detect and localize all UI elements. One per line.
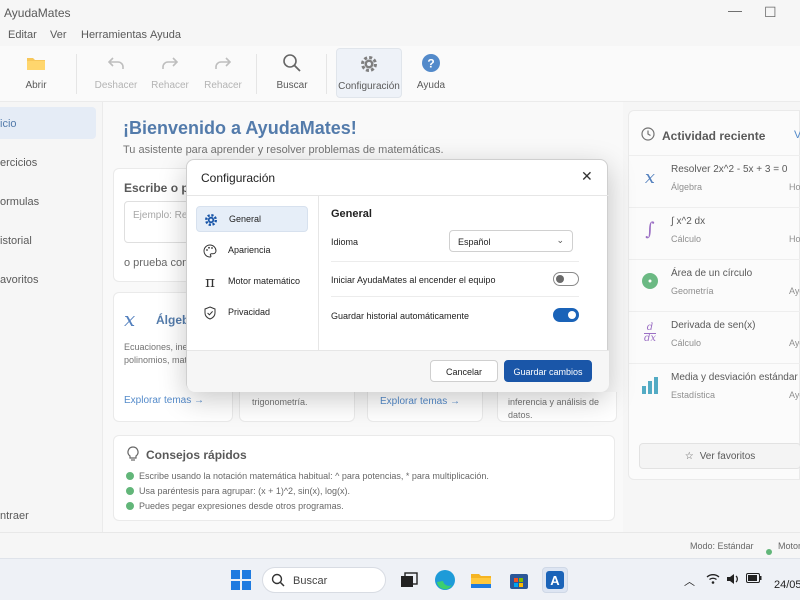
settings-nav-privacy[interactable]: Privacidad: [196, 300, 308, 326]
dialog-nav-divider: [318, 196, 319, 350]
startup-label: Iniciar AyudaMates al encender el equipo: [331, 275, 496, 285]
language-label: Idioma: [331, 237, 359, 247]
ayudamates-app-icon[interactable]: A: [542, 567, 568, 593]
dialog-title: Configuración: [201, 171, 276, 185]
edge-browser-icon[interactable]: [432, 567, 458, 593]
chevron-up-icon[interactable]: ︿: [684, 573, 695, 589]
clock-date[interactable]: 24/05: [774, 579, 800, 591]
task-view-icon[interactable]: [396, 567, 422, 593]
language-select[interactable]: Español ⌄: [449, 230, 573, 252]
row-separator: [331, 296, 579, 297]
taskbar: Buscar A ︿ 24/05: [0, 558, 800, 600]
close-icon[interactable]: ✕: [581, 168, 593, 185]
settings-nav-math-engine[interactable]: π Motor matemático: [196, 269, 308, 295]
chevron-down-icon: ⌄: [556, 235, 564, 245]
search-icon: [271, 573, 285, 590]
settings-nav-general[interactable]: General: [196, 206, 308, 232]
volume-icon[interactable]: [726, 573, 740, 588]
shield-icon: [202, 305, 218, 321]
store-icon[interactable]: [506, 567, 532, 593]
dialog-footer: Cancelar Guardar cambios: [187, 350, 609, 392]
palette-icon: [202, 243, 218, 259]
startup-toggle[interactable]: [553, 272, 579, 286]
file-explorer-icon[interactable]: [468, 567, 494, 593]
history-toggle[interactable]: [553, 308, 579, 322]
wifi-icon[interactable]: [706, 573, 720, 588]
cancel-button[interactable]: Cancelar: [430, 360, 498, 382]
pi-icon: π: [205, 273, 215, 291]
section-title: General: [331, 208, 372, 220]
toggle-knob: [568, 311, 576, 319]
taskbar-search[interactable]: Buscar: [262, 567, 386, 593]
save-button[interactable]: Guardar cambios: [504, 360, 592, 382]
row-separator: [331, 261, 579, 262]
svg-text:A: A: [550, 573, 560, 588]
settings-dialog: Configuración ✕ General Apariencia π Mot…: [186, 159, 609, 392]
windows-start-icon[interactable]: [228, 567, 254, 593]
gear-icon: [203, 212, 219, 228]
history-label: Guardar historial automáticamente: [331, 311, 470, 321]
toggle-knob: [556, 275, 564, 283]
battery-icon[interactable]: [746, 573, 762, 586]
dialog-divider: [187, 195, 609, 196]
settings-nav-appearance[interactable]: Apariencia: [196, 238, 308, 264]
